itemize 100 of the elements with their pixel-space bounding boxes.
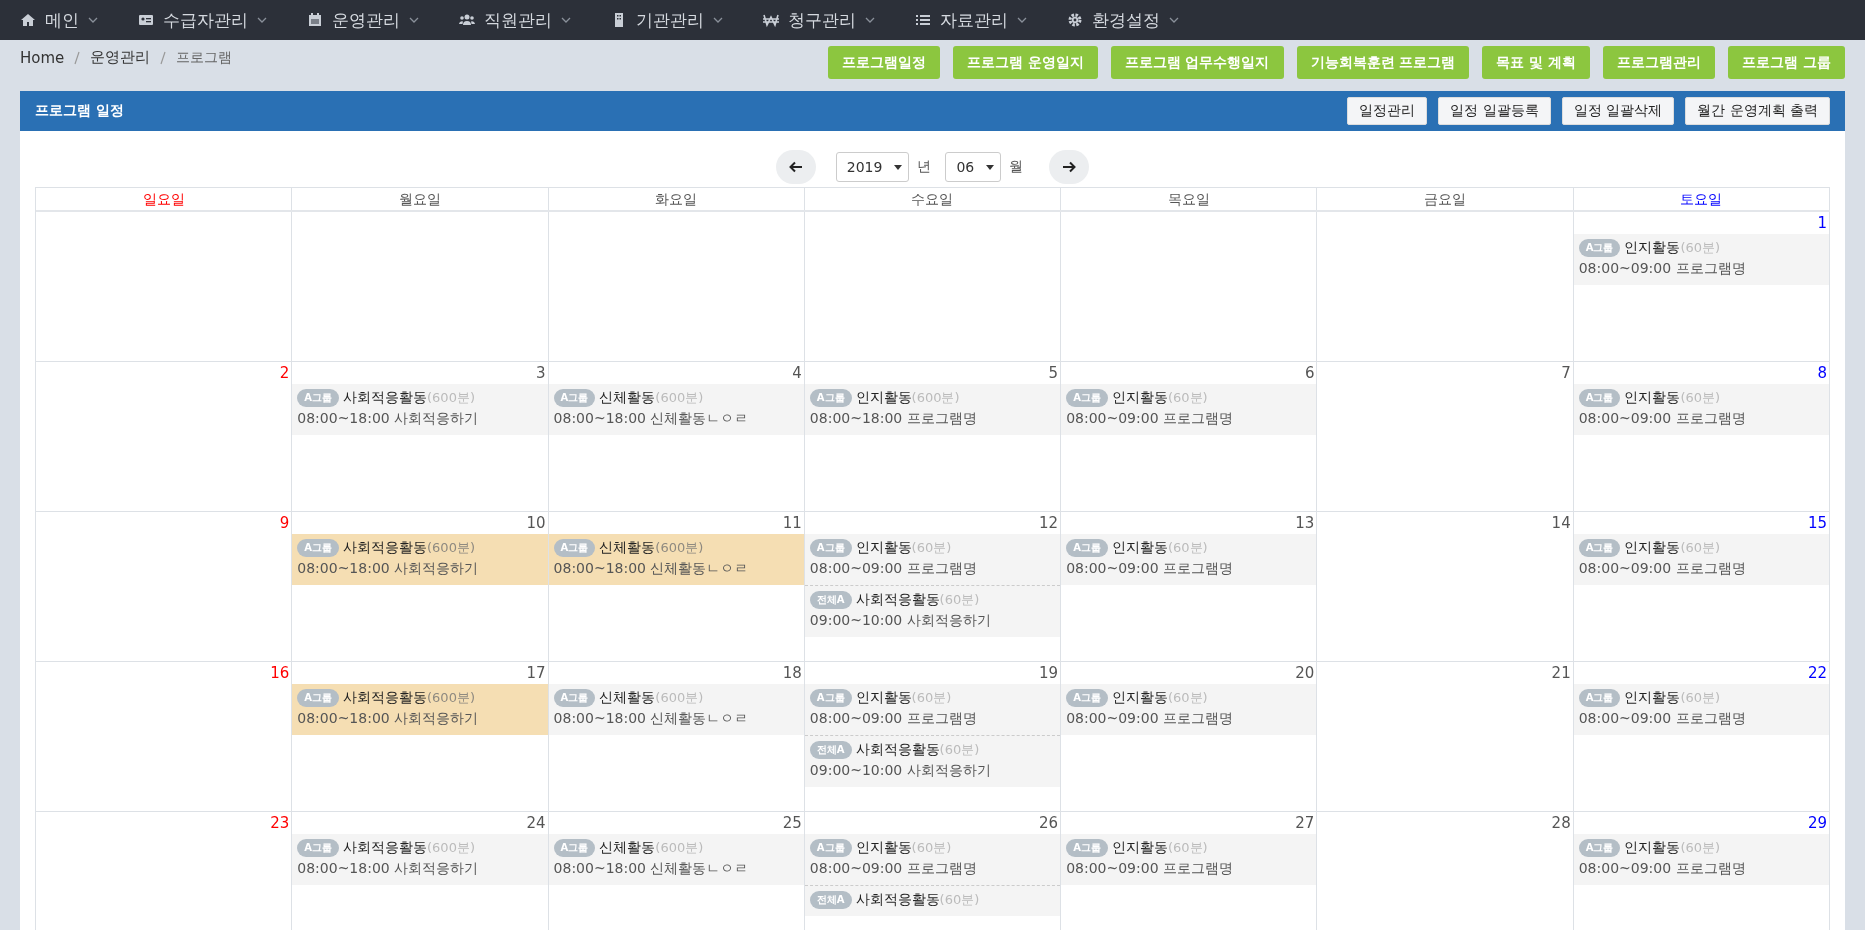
group-badge: A그룹 bbox=[809, 539, 852, 557]
day-number: 27 bbox=[1295, 814, 1315, 832]
group-badge: A그룹 bbox=[1578, 839, 1621, 857]
nav-menu-item[interactable]: 청구관리 bbox=[763, 8, 875, 32]
nav-menu-item[interactable]: 자료관리 bbox=[915, 8, 1027, 32]
schedule-event[interactable]: A그룹 인지활동(60분) 08:00~09:00 프로그램명 bbox=[1061, 384, 1317, 435]
nav-menu-item[interactable]: 기관관리 bbox=[611, 8, 723, 32]
next-month-button[interactable] bbox=[1049, 150, 1090, 184]
calendar-icon bbox=[307, 12, 323, 28]
group-badge: A그룹 bbox=[1578, 689, 1621, 707]
schedule-event[interactable]: A그룹 인지활동(600분) 08:00~18:00 프로그램명 bbox=[804, 384, 1061, 435]
event-time: 08:00~09:00 프로그램명 bbox=[809, 860, 978, 878]
month-unit-label: 월 bbox=[1009, 158, 1024, 176]
schedule-event[interactable]: A그룹 사회적응활동(600분) 08:00~18:00 사회적응하기 bbox=[292, 534, 548, 585]
group-badge: A그룹 bbox=[1578, 239, 1621, 257]
event-title: 신체활동 bbox=[599, 539, 656, 557]
schedule-action-button[interactable]: 일정 일괄삭제 bbox=[1561, 97, 1675, 125]
day-number: 23 bbox=[270, 814, 290, 832]
schedule-event[interactable]: A그룹 인지활동(60분) 08:00~09:00 프로그램명 bbox=[1573, 534, 1829, 585]
schedule-event[interactable]: 전체A 사회적응활동(60분) 09:00~10:00 사회적응하기 bbox=[804, 735, 1061, 787]
event-title: 사회적응활동 bbox=[855, 591, 940, 609]
day-number: 25 bbox=[782, 814, 802, 832]
event-time: 08:00~18:00 사회적응하기 bbox=[297, 410, 480, 428]
schedule-event[interactable]: A그룹 인지활동(60분) 08:00~09:00 프로그램명 bbox=[1573, 684, 1829, 735]
schedule-event[interactable]: A그룹 인지활동(60분) 08:00~09:00 프로그램명 bbox=[1573, 834, 1829, 885]
group-badge: 전체A bbox=[809, 741, 852, 759]
previous-month-button[interactable] bbox=[775, 150, 816, 184]
event-duration: (600분) bbox=[427, 839, 475, 857]
schedule-event[interactable]: 전체A 사회적응활동(60분) 09:00~10:00 사회적응하기 bbox=[804, 585, 1061, 637]
event-duration: (600분) bbox=[655, 689, 704, 707]
schedule-event[interactable]: A그룹 사회적응활동(600분) 08:00~18:00 사회적응하기 bbox=[292, 684, 548, 735]
event-title: 사회적응활동 bbox=[343, 689, 428, 707]
won-icon bbox=[763, 12, 779, 28]
event-time: 08:00~18:00 신체활동ㄴㅇㄹ bbox=[553, 560, 750, 578]
event-time: 08:00~09:00 프로그램명 bbox=[1066, 860, 1234, 878]
nav-menu-item[interactable]: 수급자관리 bbox=[138, 8, 267, 32]
schedule-event[interactable]: A그룹 인지활동(60분) 08:00~09:00 프로그램명 bbox=[1061, 684, 1317, 735]
day-number: 5 bbox=[1048, 364, 1059, 382]
schedule-event[interactable]: A그룹 인지활동(60분) 08:00~09:00 프로그램명 bbox=[804, 534, 1061, 585]
year-select[interactable]: 2019 bbox=[835, 152, 910, 182]
day-number: 15 bbox=[1807, 514, 1827, 532]
id-card-icon bbox=[138, 12, 154, 28]
schedule-event[interactable]: A그룹 사회적응활동(600분) 08:00~18:00 사회적응하기 bbox=[292, 384, 548, 435]
weekday-header: 일요일 bbox=[36, 188, 293, 210]
chevron-down-icon bbox=[561, 17, 571, 23]
group-badge: A그룹 bbox=[1066, 389, 1108, 407]
event-time: 08:00~18:00 프로그램명 bbox=[809, 410, 978, 428]
schedule-event[interactable]: A그룹 인지활동(60분) 08:00~09:00 프로그램명 bbox=[1061, 534, 1317, 585]
event-duration: (60분) bbox=[1680, 539, 1721, 557]
event-duration: (60분) bbox=[911, 539, 952, 557]
schedule-action-button[interactable]: 일정 일괄등록 bbox=[1438, 97, 1551, 125]
home-icon bbox=[20, 12, 36, 28]
schedule-event[interactable]: 전체A 사회적응활동(60분) bbox=[804, 885, 1061, 916]
breadcrumb-link[interactable]: 운영관리 bbox=[90, 48, 151, 67]
day-number: 26 bbox=[1039, 814, 1059, 832]
schedule-event[interactable]: A그룹 신체활동(600분) 08:00~18:00 신체활동ㄴㅇㄹ bbox=[548, 534, 804, 585]
event-time: 08:00~18:00 신체활동ㄴㅇㄹ bbox=[553, 860, 750, 878]
day-number: 12 bbox=[1039, 514, 1059, 532]
breadcrumb-link[interactable]: Home bbox=[20, 48, 65, 67]
group-badge: 전체A bbox=[809, 891, 852, 909]
people-icon bbox=[459, 12, 475, 28]
schedule-action-button[interactable]: 일정관리 bbox=[1347, 97, 1428, 125]
schedule-event[interactable]: A그룹 인지활동(60분) 08:00~09:00 프로그램명 bbox=[804, 684, 1061, 735]
event-title: 사회적응활동 bbox=[855, 891, 940, 909]
event-duration: (60분) bbox=[911, 839, 952, 857]
nav-menu-item[interactable]: 직원관리 bbox=[459, 8, 571, 32]
schedule-event[interactable]: A그룹 사회적응활동(600분) 08:00~18:00 사회적응하기 bbox=[292, 834, 548, 885]
event-duration: (600분) bbox=[427, 389, 475, 407]
nav-menu-item[interactable]: 메인 bbox=[20, 8, 98, 32]
event-title: 인지활동 bbox=[1624, 389, 1681, 407]
schedule-action-button[interactable]: 월간 운영계획 출력 bbox=[1685, 97, 1830, 125]
weekday-header: 토요일 bbox=[1573, 188, 1830, 210]
nav-menu-item[interactable]: 환경설정 bbox=[1067, 8, 1179, 32]
schedule-event[interactable]: A그룹 인지활동(60분) 08:00~09:00 프로그램명 bbox=[804, 834, 1061, 885]
event-duration: (600분) bbox=[655, 539, 704, 557]
schedule-event[interactable]: A그룹 인지활동(60분) 08:00~09:00 프로그램명 bbox=[1573, 384, 1829, 435]
group-badge: A그룹 bbox=[553, 389, 596, 407]
day-number: 20 bbox=[1295, 664, 1315, 682]
nav-menu-item[interactable]: 운영관리 bbox=[307, 8, 419, 32]
dropdown-caret-icon bbox=[894, 164, 903, 170]
schedule-event[interactable]: A그룹 인지활동(60분) 08:00~09:00 프로그램명 bbox=[1573, 234, 1829, 285]
event-title: 신체활동 bbox=[599, 839, 656, 857]
day-number: 2 bbox=[279, 364, 290, 382]
event-duration: (60분) bbox=[1167, 389, 1208, 407]
schedule-event[interactable]: A그룹 신체활동(600분) 08:00~18:00 신체활동ㄴㅇㄹ bbox=[548, 684, 804, 735]
event-time: 08:00~09:00 프로그램명 bbox=[1578, 260, 1747, 278]
month-select[interactable]: 06 bbox=[945, 152, 1002, 182]
schedule-event[interactable]: A그룹 신체활동(600분) 08:00~18:00 신체활동ㄴㅇㄹ bbox=[548, 834, 804, 885]
event-duration: (60분) bbox=[1167, 539, 1208, 557]
group-badge: A그룹 bbox=[1066, 839, 1108, 857]
day-number: 7 bbox=[1561, 364, 1571, 382]
event-title: 인지활동 bbox=[1624, 239, 1681, 257]
event-title: 인지활동 bbox=[1624, 689, 1681, 707]
group-badge: A그룹 bbox=[809, 689, 852, 707]
breadcrumb-separator-icon bbox=[160, 50, 167, 65]
day-number: 10 bbox=[526, 514, 546, 532]
group-badge: A그룹 bbox=[553, 839, 596, 857]
breadcrumb-link[interactable]: 프로그램 bbox=[176, 48, 233, 67]
schedule-event[interactable]: A그룹 인지활동(60분) 08:00~09:00 프로그램명 bbox=[1061, 834, 1317, 885]
schedule-event[interactable]: A그룹 신체활동(600분) 08:00~18:00 신체활동ㄴㅇㄹ bbox=[548, 384, 804, 435]
